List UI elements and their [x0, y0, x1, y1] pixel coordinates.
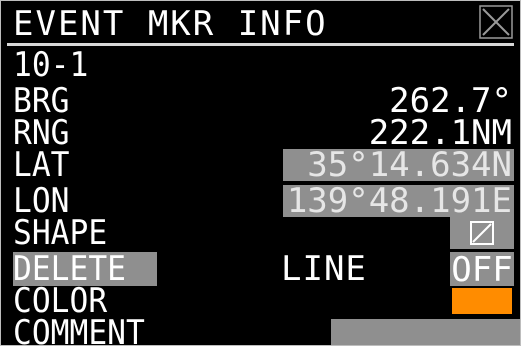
comment-label: COMMENT [13, 313, 145, 346]
shape-selector[interactable] [450, 217, 514, 249]
event-marker-info-panel: EVENT MKR INFO 10-1 BRG 262.7° RNG 222.1… [0, 0, 521, 346]
shape-slash-icon [470, 221, 494, 245]
lat-label: LAT [13, 145, 70, 185]
lat-value: 35°14.634N [307, 145, 512, 185]
marker-id: 10-1 [13, 45, 89, 85]
panel-title: EVENT MKR INFO [13, 4, 328, 44]
delete-mode-line: LINE [281, 249, 367, 289]
close-icon [479, 5, 513, 39]
close-button[interactable] [478, 5, 514, 39]
shape-label: SHAPE [13, 213, 108, 253]
comment-field[interactable] [331, 319, 520, 345]
lon-value: 139°48.191E [286, 181, 512, 221]
title-bar: EVENT MKR INFO [7, 3, 514, 46]
delete-toggle-off[interactable]: OFF [450, 252, 514, 288]
color-swatch[interactable] [452, 288, 512, 314]
